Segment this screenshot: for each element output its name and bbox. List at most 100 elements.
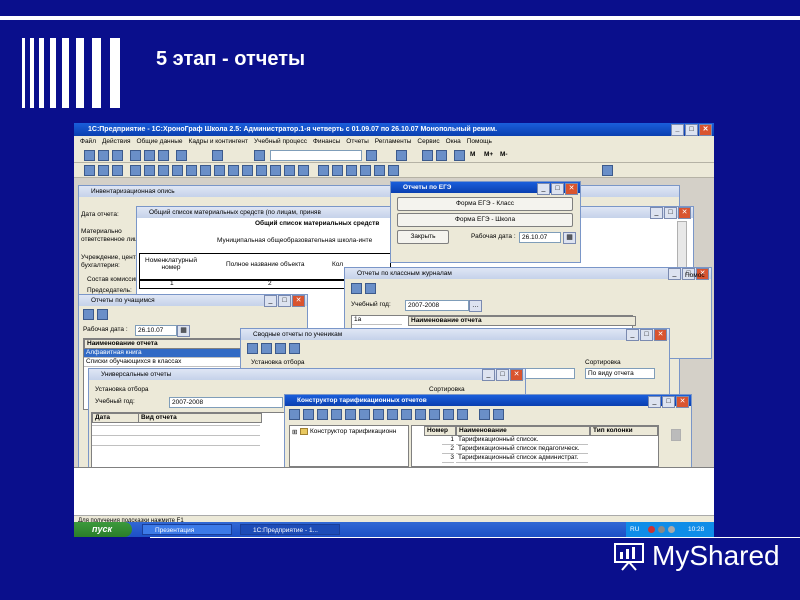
tree-icon[interactable] [415, 409, 426, 420]
filter-icon[interactable] [493, 409, 504, 420]
module-icon[interactable] [228, 165, 239, 176]
tree-icon[interactable] [387, 409, 398, 420]
module-icon[interactable] [284, 165, 295, 176]
maximize-button[interactable]: □ [664, 207, 677, 219]
undo-icon[interactable] [176, 150, 187, 161]
module-icon[interactable] [374, 165, 385, 176]
minimize-button[interactable]: _ [648, 396, 661, 408]
module-icon[interactable] [388, 165, 399, 176]
module-icon[interactable] [200, 165, 211, 176]
save-icon[interactable] [112, 150, 123, 161]
ege-school-form-button[interactable]: Форма ЕГЭ - Школа [397, 213, 573, 227]
module-icon[interactable] [112, 165, 123, 176]
close-button[interactable]: ✕ [654, 329, 667, 341]
module-icon[interactable] [158, 165, 169, 176]
maximize-button[interactable]: □ [685, 124, 698, 136]
menu-actions[interactable]: Действия [102, 138, 130, 145]
minimize-button[interactable]: _ [668, 268, 681, 280]
tree-icon[interactable] [429, 409, 440, 420]
paste-icon[interactable] [158, 150, 169, 161]
close-button[interactable]: ✕ [678, 207, 691, 219]
row-name[interactable]: Тарификационный список. [456, 436, 588, 445]
tree-icon[interactable] [261, 343, 272, 354]
close-button[interactable]: ✕ [699, 124, 712, 136]
module-icon[interactable] [172, 165, 183, 176]
calendar-icon[interactable]: ▦ [177, 325, 190, 337]
row-name[interactable]: Тарификационный список педагогическ. [456, 445, 588, 454]
menu-common-data[interactable]: Общие данные [136, 138, 182, 145]
folder-icon[interactable] [303, 409, 314, 420]
close-button[interactable]: ✕ [676, 396, 689, 408]
work-date-field[interactable]: 26.10.07 [135, 325, 177, 336]
maximize-button[interactable]: □ [662, 396, 675, 408]
tree-icon[interactable] [401, 409, 412, 420]
module-icon[interactable] [130, 165, 141, 176]
menu-regulations[interactable]: Регламенты [375, 138, 412, 145]
search-icon[interactable] [366, 150, 377, 161]
close-button[interactable]: ✕ [292, 295, 305, 307]
maximize-button[interactable]: □ [278, 295, 291, 307]
tree-root-item[interactable]: Конструктор тарификационн [310, 428, 396, 435]
memory-minus-button[interactable]: М- [500, 151, 508, 158]
tree-icon[interactable] [457, 409, 468, 420]
print-icon[interactable] [479, 409, 490, 420]
task-presentation[interactable]: Презентация [142, 524, 232, 535]
open-icon[interactable] [98, 150, 109, 161]
module-icon[interactable] [270, 165, 281, 176]
menu-service[interactable]: Сервис [417, 138, 439, 145]
module-icon[interactable] [214, 165, 225, 176]
filter-icon[interactable] [289, 343, 300, 354]
book-icon[interactable] [454, 150, 465, 161]
calendar-icon[interactable] [436, 150, 447, 161]
tree-icon[interactable] [443, 409, 454, 420]
module-icon[interactable] [84, 165, 95, 176]
module-icon[interactable] [256, 165, 267, 176]
sort-select[interactable]: По виду отчета [585, 368, 655, 379]
menu-study[interactable]: Учебный процесс [254, 138, 307, 145]
tree-icon[interactable] [247, 343, 258, 354]
memory-button[interactable]: М [470, 151, 475, 158]
year-field[interactable]: 2007-2008 [169, 397, 283, 408]
module-icon[interactable] [602, 165, 613, 176]
cut-icon[interactable] [130, 150, 141, 161]
memory-plus-button[interactable]: М+ [484, 151, 493, 158]
menu-finance[interactable]: Финансы [313, 138, 340, 145]
module-icon[interactable] [144, 165, 155, 176]
move-icon[interactable] [359, 409, 370, 420]
filter-icon[interactable] [365, 283, 376, 294]
calculator-icon[interactable] [422, 150, 433, 161]
maximize-button[interactable]: □ [496, 369, 509, 381]
delete-icon[interactable] [345, 409, 356, 420]
select-button[interactable]: … [469, 300, 482, 312]
move-icon[interactable] [373, 409, 384, 420]
year-field[interactable]: 2007-2008 [405, 300, 469, 311]
module-icon[interactable] [318, 165, 329, 176]
tray-icon[interactable] [668, 526, 675, 533]
copy-icon[interactable] [144, 150, 155, 161]
tray-icon[interactable] [648, 526, 655, 533]
menu-windows[interactable]: Окна [446, 138, 461, 145]
module-icon[interactable] [242, 165, 253, 176]
minimize-button[interactable]: _ [671, 124, 684, 136]
row-name[interactable]: Тарификационный список администрат. [456, 454, 588, 463]
edit-icon[interactable] [317, 409, 328, 420]
module-icon[interactable] [186, 165, 197, 176]
calendar-icon[interactable]: ▦ [563, 232, 576, 244]
find-icon[interactable] [254, 150, 265, 161]
tree-expand-icon[interactable]: ⊞ [292, 428, 297, 436]
print-icon[interactable] [275, 343, 286, 354]
copy-icon[interactable] [331, 409, 342, 420]
minimize-button[interactable]: _ [626, 329, 639, 341]
module-icon[interactable] [98, 165, 109, 176]
module-icon[interactable] [360, 165, 371, 176]
language-indicator[interactable]: RU [630, 522, 639, 537]
close-button[interactable]: ✕ [510, 369, 523, 381]
class-cell[interactable]: 1а [352, 316, 402, 325]
scroll-handle[interactable] [671, 429, 681, 441]
print-icon[interactable] [351, 283, 362, 294]
menu-file[interactable]: Файл [80, 138, 96, 145]
search-combo[interactable] [270, 150, 362, 161]
minimize-button[interactable]: _ [537, 183, 550, 195]
close-ege-button[interactable]: Закрыть [397, 230, 449, 244]
work-date-field[interactable]: 26.10.07 [519, 232, 561, 243]
